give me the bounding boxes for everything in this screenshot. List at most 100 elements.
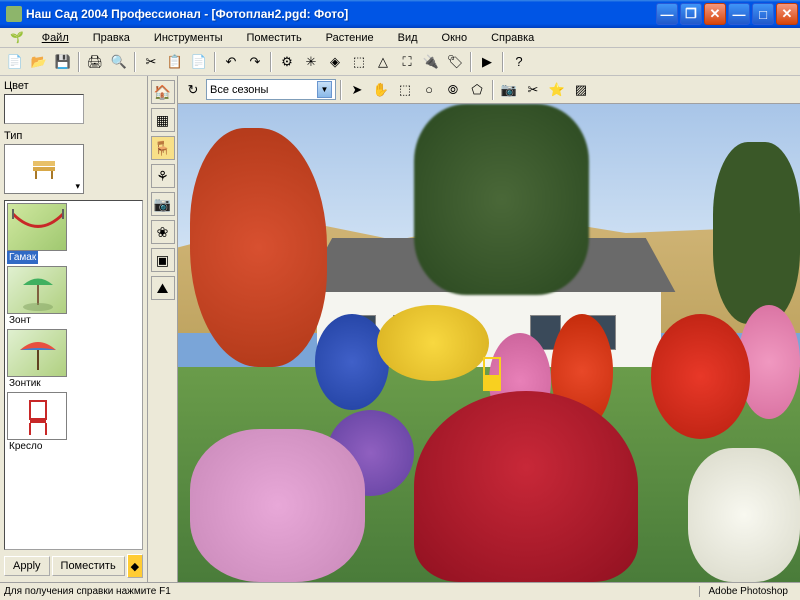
maximize-button[interactable]: □ [752,3,774,25]
camera-category[interactable]: 📷 [151,192,175,216]
menu-view[interactable]: Вид [386,30,430,46]
menu-help[interactable]: Справка [479,30,546,46]
window-title: Наш Сад 2004 Профессионал - [Фотоплан2.p… [26,7,656,21]
print-button[interactable]: 🖨 [84,51,106,73]
tool3-button[interactable]: ◈ [324,51,346,73]
tool8-button[interactable]: 🏷 [444,51,466,73]
paste-button[interactable]: 📄 [188,51,210,73]
mask-tool[interactable]: ▨ [570,79,592,101]
item-label: Кресло [7,440,44,453]
copy-button[interactable]: 📋 [164,51,186,73]
color-swatch[interactable] [4,94,84,124]
list-item[interactable]: Зонтик [7,329,140,390]
category-toolbar: 🏠 ▦ 🪑 ⚘ 📷 ❀ ▣ ⛰ [148,76,178,582]
color-group: Цвет [4,80,143,124]
save-button[interactable]: 💾 [52,51,74,73]
tool1-button[interactable]: ⚙ [276,51,298,73]
select-rect-tool[interactable]: ⬚ [394,79,416,101]
main-toolbar: 📄 📂 💾 🖨 🔍 ✂ 📋 📄 ↶ ↷ ⚙ ✳ ◈ ⬚ △ ⛶ 🔌 🏷 ▶ ? [0,48,800,76]
blue-flowers [315,314,390,410]
bench-icon [29,157,59,181]
status-help: Для получения справки нажмите F1 [4,586,171,597]
yellow-chair [483,357,502,390]
red-flowers-right [651,314,751,438]
new-button[interactable]: 📄 [4,51,26,73]
window-controls: — ❐ ✕ — □ ✕ [656,3,798,25]
menu-bar: 🌱 Файл Правка Инструменты Поместить Раст… [0,28,800,48]
tool4-button[interactable]: ⬚ [348,51,370,73]
parasol-icon [7,329,67,377]
separator [470,52,472,72]
side-tree [713,142,800,324]
hand-tool[interactable]: ✋ [370,79,392,101]
garden-scene [178,104,800,582]
menu-window[interactable]: Окно [430,30,480,46]
open-button[interactable]: 📂 [28,51,50,73]
close-button[interactable]: ✕ [776,3,798,25]
season-combo[interactable]: Все сезоны ▼ [206,79,336,100]
poly-tool[interactable]: ⬠ [466,79,488,101]
color-label: Цвет [4,80,143,92]
item-list[interactable]: Гамак Зонт Зонтик Кресло [4,200,143,550]
undo-button[interactable]: ↶ [220,51,242,73]
refresh-button[interactable]: ↻ [182,79,204,101]
apply-button[interactable]: Apply [4,556,50,576]
red-bush [414,391,638,582]
app-menu-icon[interactable]: 🌱 [4,29,30,46]
close-inner-button[interactable]: ✕ [704,3,726,25]
separator [270,52,272,72]
menu-edit[interactable]: Правка [81,30,142,46]
title-bar: Наш Сад 2004 Профессионал - [Фотоплан2.p… [0,0,800,28]
menu-plant[interactable]: Растение [314,30,386,46]
view-toolbar: ↻ Все сезоны ▼ ➤ ✋ ⬚ ○ ⦾ ⬠ 📷 ✂ ⭐ ▨ [178,76,800,104]
workspace: Цвет Тип Гамак Зонт Зонтик [0,76,800,582]
menu-file[interactable]: Файл [30,30,81,46]
place-button[interactable]: Поместить [52,556,125,576]
hydrangea [190,429,364,582]
status-bar: Для получения справки нажмите F1 Adobe P… [0,582,800,600]
menu-tools[interactable]: Инструменты [142,30,235,46]
season-value: Все сезоны [210,84,268,96]
groups-category[interactable]: ⚘ [151,164,175,188]
cut-button[interactable]: ✂ [140,51,162,73]
separator [340,80,342,100]
help-button[interactable]: ? [508,51,530,73]
tool7-button[interactable]: 🔌 [420,51,442,73]
list-item[interactable]: Кресло [7,392,140,453]
umbrella-icon [7,266,67,314]
terrain-category[interactable]: ⛰ [151,276,175,300]
flower-category[interactable]: ❀ [151,220,175,244]
separator [134,52,136,72]
wand-tool[interactable]: ⭐ [546,79,568,101]
run-button[interactable]: ▶ [476,51,498,73]
tool6-button[interactable]: ⛶ [396,51,418,73]
redo-button[interactable]: ↷ [244,51,266,73]
status-external: Adobe Photoshop [699,586,796,597]
type-label: Тип [4,130,143,142]
album-category[interactable]: ▣ [151,248,175,272]
list-item[interactable]: Зонт [7,266,140,327]
restore-button[interactable]: ❐ [680,3,702,25]
design-canvas[interactable] [178,104,800,582]
minimize-button[interactable]: — [656,3,678,25]
furniture-category[interactable]: 🪑 [151,136,175,160]
type-selector[interactable] [4,144,84,194]
tool2-button[interactable]: ✳ [300,51,322,73]
preview-button[interactable]: 🔍 [108,51,130,73]
select-ellipse-tool[interactable]: ○ [418,79,440,101]
lasso-tool[interactable]: ⦾ [442,79,464,101]
snap-tool[interactable]: 📷 [498,79,520,101]
hammock-icon [7,203,67,251]
main-area: ↻ Все сезоны ▼ ➤ ✋ ⬚ ○ ⦾ ⬠ 📷 ✂ ⭐ ▨ [178,76,800,582]
fence-category[interactable]: ▦ [151,108,175,132]
minimize-outer-button[interactable]: — [728,3,750,25]
list-item[interactable]: Гамак [7,203,140,264]
cut-tool[interactable]: ✂ [522,79,544,101]
separator [214,52,216,72]
house-category[interactable]: 🏠 [151,80,175,104]
tool5-button[interactable]: △ [372,51,394,73]
pointer-tool[interactable]: ➤ [346,79,368,101]
item-label: Гамак [7,251,38,264]
menu-place[interactable]: Поместить [235,30,314,46]
warning-button[interactable]: ◆ [127,554,143,578]
